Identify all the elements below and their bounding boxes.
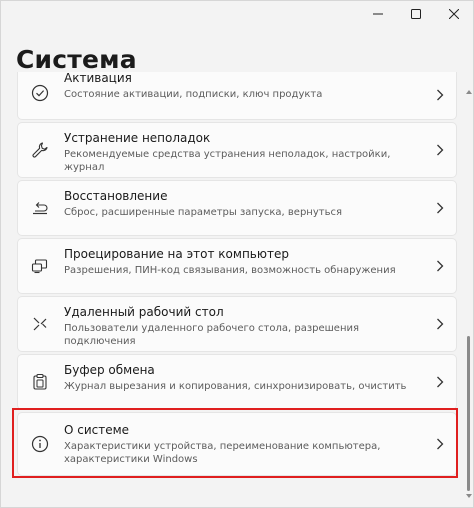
settings-item-recovery[interactable]: Восстановление Сброс, расширенные параме… [17,180,457,236]
info-icon [30,434,50,454]
settings-item-subtitle: Разрешения, ПИН-код связывания, возможно… [64,265,396,276]
close-icon [449,9,459,19]
clipboard-icon [30,372,50,392]
chevron-right-icon [436,144,444,156]
scrollbar[interactable] [466,78,472,500]
maximize-button[interactable] [397,1,435,27]
settings-item-title: Удаленный рабочий стол [64,305,224,319]
settings-item-subtitle: Состояние активации, подписки, ключ прод… [64,89,323,100]
settings-item-clipboard[interactable]: Буфер обмена Журнал вырезания и копирова… [17,354,457,410]
close-button[interactable] [435,1,473,27]
remote-desktop-icon [30,314,50,334]
window-controls [359,1,473,29]
page-title: Система [16,45,137,74]
settings-item-title: Устранение неполадок [64,131,211,145]
chevron-right-icon [436,376,444,388]
settings-window: Система Активация Состояние активации, п… [0,0,474,508]
chevron-right-icon [436,89,444,101]
chevron-right-icon [436,260,444,272]
minimize-button[interactable] [359,1,397,27]
chevron-right-icon [436,202,444,214]
settings-list: Активация Состояние активации, подписки,… [17,72,457,506]
settings-item-subtitle: Рекомендуемые средства устранения непола… [64,149,391,173]
settings-item-title: Активация [64,72,132,85]
settings-item-title: Буфер обмена [64,363,155,377]
chevron-right-icon [436,438,444,450]
scroll-down-arrow-icon[interactable] [466,494,472,498]
settings-item-remote-desktop[interactable]: Удаленный рабочий стол Пользователи удал… [17,296,457,352]
settings-item-projection[interactable]: Проецирование на этот компьютер Разрешен… [17,238,457,294]
settings-item-title: О системе [64,423,130,437]
scroll-up-arrow-icon[interactable] [466,90,472,94]
minimize-icon [373,9,383,19]
settings-item-activation[interactable]: Активация Состояние активации, подписки,… [17,72,457,120]
settings-item-about[interactable]: О системе Характеристики устройства, пер… [17,412,457,476]
settings-item-subtitle: Сброс, расширенные параметры запуска, ве… [64,207,342,218]
settings-item-subtitle: Журнал вырезания и копирования, синхрони… [64,381,407,392]
settings-item-title: Проецирование на этот компьютер [64,247,289,261]
chevron-right-icon [436,318,444,330]
check-circle-icon [30,83,50,103]
scrollbar-thumb[interactable] [467,336,470,491]
settings-item-subtitle: Пользователи удаленного рабочего стола, … [64,323,360,347]
settings-item-troubleshoot[interactable]: Устранение неполадок Рекомендуемые средс… [17,122,457,178]
recovery-icon [30,198,50,218]
settings-item-subtitle: Характеристики устройства, переименовани… [64,441,381,465]
wrench-icon [30,140,50,160]
projection-icon [30,256,50,276]
maximize-icon [411,9,421,19]
settings-item-title: Восстановление [64,189,168,203]
